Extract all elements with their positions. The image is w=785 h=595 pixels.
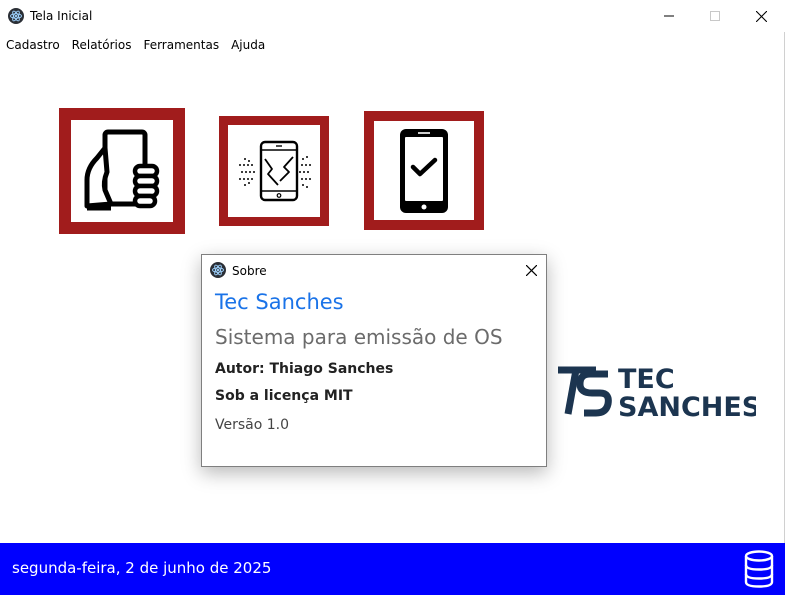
minimize-icon bbox=[664, 15, 674, 17]
version-label: Versão 1.0 bbox=[215, 417, 290, 433]
close-icon bbox=[755, 10, 767, 22]
dialog-title: Sobre bbox=[232, 264, 267, 278]
main-window: Tela Inicial Cadastro Relatórios Ferrame… bbox=[0, 0, 785, 595]
author-label: Autor: Thiago Sanches bbox=[215, 361, 394, 377]
menu-cadastro[interactable]: Cadastro bbox=[0, 36, 66, 54]
company-logo-graphic: TEC SANCHES bbox=[558, 364, 761, 423]
close-button[interactable] bbox=[738, 0, 784, 32]
logo-line1: TEC bbox=[618, 364, 675, 395]
title-bar[interactable]: Tela Inicial bbox=[0, 0, 785, 32]
tile-device-reception[interactable] bbox=[59, 108, 185, 234]
tile-device-repair[interactable] bbox=[219, 116, 329, 226]
menu-relatorios[interactable]: Relatórios bbox=[66, 36, 138, 54]
app-icon bbox=[8, 8, 24, 24]
menu-ferramentas[interactable]: Ferramentas bbox=[137, 36, 225, 54]
minimize-button[interactable] bbox=[646, 0, 692, 32]
dialog-heading: Tec Sanches bbox=[215, 290, 344, 314]
tile-device-delivery[interactable] bbox=[364, 111, 484, 230]
app-icon bbox=[210, 262, 226, 278]
tec-sanches-logo: TEC SANCHES bbox=[556, 364, 761, 423]
broken-phone-icon bbox=[239, 140, 311, 202]
maximize-icon bbox=[710, 11, 720, 21]
dialog-close-button[interactable] bbox=[520, 260, 542, 280]
logo-line2: SANCHES bbox=[618, 392, 756, 418]
phone-check-icon bbox=[400, 128, 448, 213]
close-icon bbox=[525, 264, 537, 276]
dialog-subtitle: Sistema para emissão de OS bbox=[215, 325, 503, 349]
menu-ajuda[interactable]: Ajuda bbox=[225, 36, 271, 54]
maximize-button[interactable] bbox=[692, 0, 738, 32]
status-bar: segunda-feira, 2 de junho de 2025 bbox=[0, 543, 785, 595]
current-date: segunda-feira, 2 de junho de 2025 bbox=[12, 559, 272, 577]
hand-holding-phone-icon bbox=[84, 129, 160, 211]
license-label: Sob a licença MIT bbox=[215, 388, 353, 404]
window-title: Tela Inicial bbox=[30, 9, 93, 23]
database-icon[interactable] bbox=[743, 550, 775, 588]
menu-bar: Cadastro Relatórios Ferramentas Ajuda bbox=[0, 36, 271, 54]
about-dialog: Sobre Tec Sanches Sistema para emissão d… bbox=[201, 254, 547, 467]
